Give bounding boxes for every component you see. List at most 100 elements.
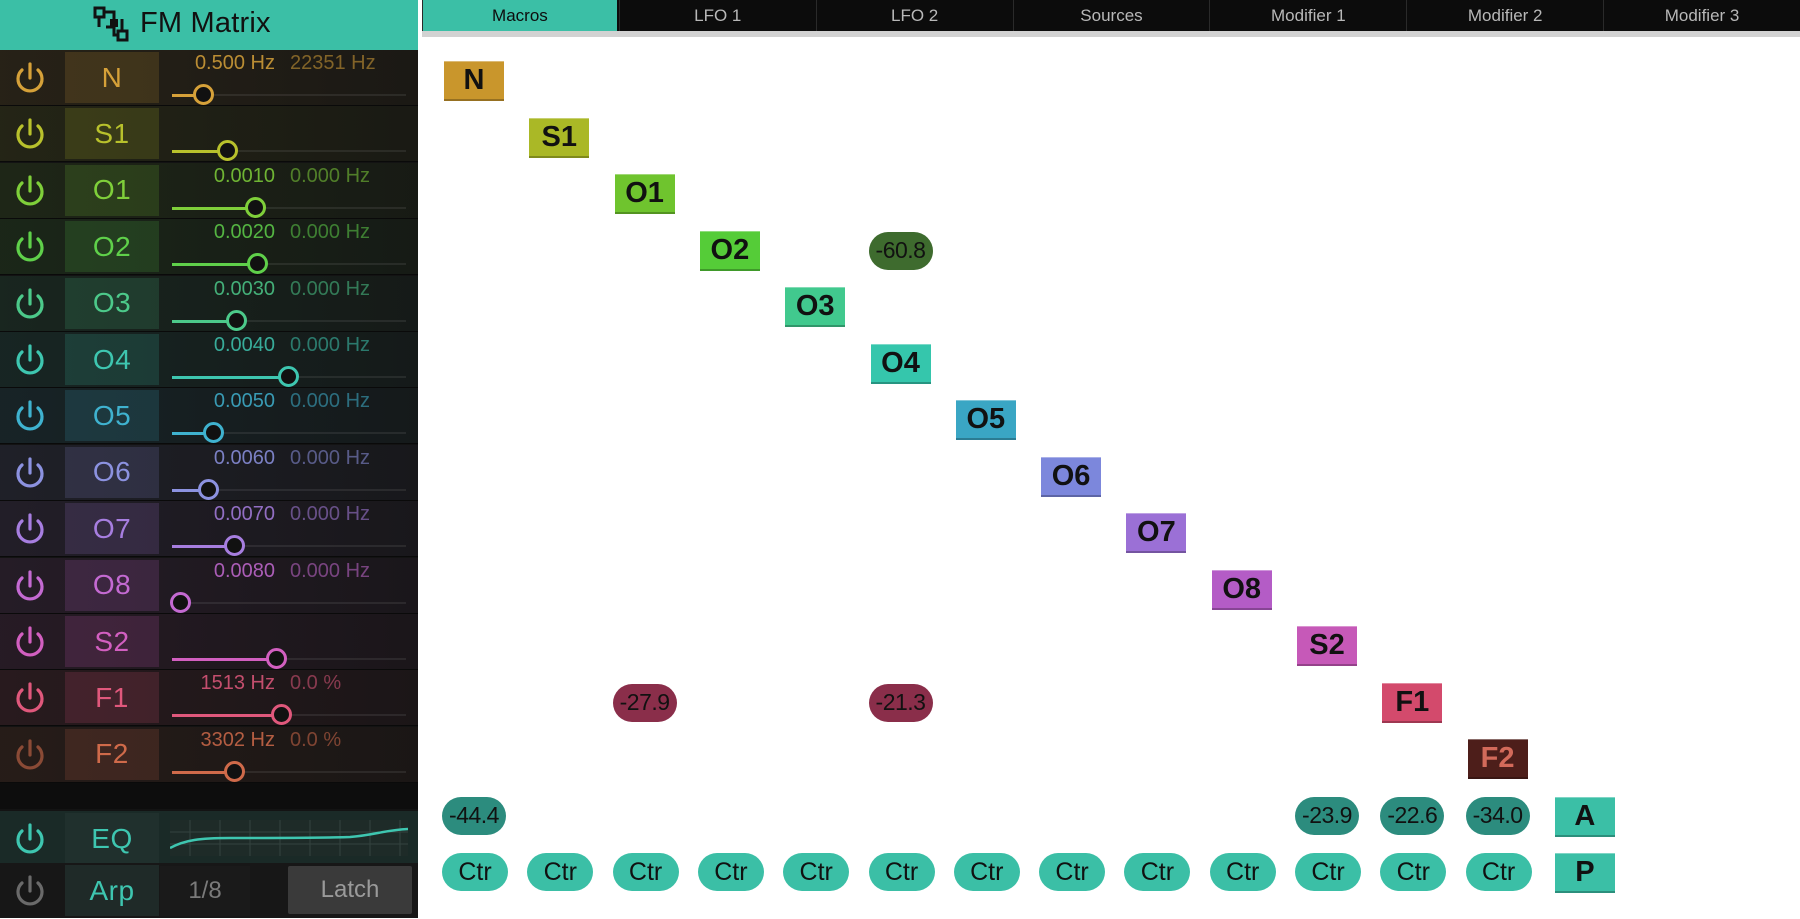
value-primary[interactable]: 3302 Hz xyxy=(170,729,276,752)
source-label[interactable]: O2 xyxy=(65,221,159,273)
value-secondary[interactable]: 0.000 Hz xyxy=(290,278,404,301)
arp-label[interactable]: Arp xyxy=(65,865,159,916)
center-button[interactable]: Ctr xyxy=(1124,853,1191,891)
center-button[interactable]: Ctr xyxy=(1209,853,1276,891)
center-button[interactable]: Ctr xyxy=(697,853,764,891)
value-secondary[interactable]: 0.000 Hz xyxy=(290,503,404,526)
matrix-node-o4[interactable]: O4 xyxy=(870,343,931,384)
value-secondary[interactable]: 0.000 Hz xyxy=(290,560,404,583)
slider-thumb[interactable] xyxy=(223,760,245,782)
output-p-button[interactable]: P xyxy=(1554,853,1615,893)
center-button[interactable]: Ctr xyxy=(527,853,594,891)
matrix-node-f2[interactable]: F2 xyxy=(1467,739,1528,779)
center-button[interactable]: Ctr xyxy=(1380,853,1447,891)
source-label[interactable]: F1 xyxy=(65,672,159,724)
value-primary[interactable]: 1513 Hz xyxy=(170,672,276,695)
slider-thumb[interactable] xyxy=(226,309,248,331)
center-button[interactable]: Ctr xyxy=(1039,853,1106,891)
power-icon[interactable] xyxy=(10,398,50,434)
tab-macros[interactable]: Macros xyxy=(422,0,617,31)
matrix-node-o7[interactable]: O7 xyxy=(1126,513,1187,553)
value-secondary[interactable]: 22351 Hz xyxy=(290,52,404,75)
slider-thumb[interactable] xyxy=(244,196,266,218)
matrix-node-o6[interactable]: O6 xyxy=(1041,456,1102,497)
slider-track[interactable] xyxy=(170,591,406,613)
tab-lfo-2[interactable]: LFO 2 xyxy=(815,0,1013,31)
power-icon[interactable] xyxy=(10,173,50,209)
slider-thumb[interactable] xyxy=(265,648,287,669)
slider-thumb[interactable] xyxy=(198,478,220,500)
source-label[interactable]: O5 xyxy=(65,390,159,442)
mod-amount[interactable]: -27.9 xyxy=(612,683,677,722)
source-label[interactable]: N xyxy=(65,52,159,103)
center-button[interactable]: Ctr xyxy=(783,853,850,891)
mod-amount[interactable]: -60.8 xyxy=(868,231,933,270)
center-button[interactable]: Ctr xyxy=(1295,853,1361,891)
value-primary[interactable]: 0.0070 xyxy=(170,503,275,526)
slider-thumb[interactable] xyxy=(247,253,269,275)
mod-amount[interactable]: -23.9 xyxy=(1295,796,1359,835)
matrix-node-o5[interactable]: O5 xyxy=(955,400,1016,440)
matrix-node-f1[interactable]: F1 xyxy=(1382,682,1443,723)
matrix-node-s1[interactable]: S1 xyxy=(529,117,590,158)
slider-thumb[interactable] xyxy=(216,140,238,162)
source-label[interactable]: O4 xyxy=(65,334,159,385)
value-primary[interactable]: 0.0050 xyxy=(170,390,275,413)
tab-modifier-3[interactable]: Modifier 3 xyxy=(1603,0,1800,31)
slider-track[interactable] xyxy=(172,478,406,500)
matrix-node-s2[interactable]: S2 xyxy=(1297,626,1357,666)
power-icon[interactable] xyxy=(10,455,50,491)
power-icon[interactable] xyxy=(10,60,50,96)
slider-track[interactable] xyxy=(172,253,406,275)
slider-track[interactable] xyxy=(172,704,406,726)
mod-amount[interactable]: -22.6 xyxy=(1380,796,1445,835)
slider-track[interactable] xyxy=(172,196,406,218)
slider-track[interactable] xyxy=(172,535,406,557)
source-label[interactable]: O3 xyxy=(65,277,159,329)
arp-power-icon[interactable] xyxy=(10,873,50,909)
slider-thumb[interactable] xyxy=(223,535,245,557)
source-label[interactable]: O8 xyxy=(65,559,159,611)
matrix-node-o8[interactable]: O8 xyxy=(1211,569,1272,610)
value-secondary[interactable]: 0.000 Hz xyxy=(290,334,404,357)
value-primary[interactable]: 0.0030 xyxy=(170,278,275,301)
source-label[interactable]: O6 xyxy=(65,446,159,498)
tab-modifier-1[interactable]: Modifier 1 xyxy=(1209,0,1406,31)
power-icon[interactable] xyxy=(10,737,50,773)
eq-label[interactable]: EQ xyxy=(65,813,159,864)
value-secondary[interactable]: 0.000 Hz xyxy=(290,221,404,244)
slider-track[interactable] xyxy=(172,648,406,669)
value-secondary[interactable]: 0.0 % xyxy=(290,729,404,752)
mod-amount[interactable]: -44.4 xyxy=(442,796,506,835)
power-icon[interactable] xyxy=(10,680,50,716)
value-secondary[interactable]: 0.000 Hz xyxy=(290,447,404,470)
center-button[interactable]: Ctr xyxy=(1465,853,1532,891)
power-icon[interactable] xyxy=(10,568,50,604)
mod-amount[interactable]: -21.3 xyxy=(868,683,933,722)
slider-thumb[interactable] xyxy=(202,422,224,444)
output-a-button[interactable]: A xyxy=(1554,796,1615,837)
value-primary[interactable]: 0.0080 xyxy=(170,560,275,583)
power-icon[interactable] xyxy=(10,511,50,547)
eq-power-icon[interactable] xyxy=(10,821,50,857)
slider-thumb[interactable] xyxy=(277,366,299,387)
value-secondary[interactable]: 0.000 Hz xyxy=(290,165,404,188)
slider-track[interactable] xyxy=(172,422,406,444)
source-label[interactable]: S2 xyxy=(65,616,159,667)
tab-sources[interactable]: Sources xyxy=(1012,0,1210,31)
matrix-node-o3[interactable]: O3 xyxy=(785,287,846,327)
arp-rate-value[interactable]: 1/8 xyxy=(160,866,250,916)
source-label[interactable]: O1 xyxy=(65,164,159,216)
value-primary[interactable]: 0.0040 xyxy=(170,334,275,357)
value-secondary[interactable]: 0.000 Hz xyxy=(290,390,404,413)
tab-lfo-1[interactable]: LFO 1 xyxy=(618,0,816,31)
center-button[interactable]: Ctr xyxy=(868,853,935,891)
value-secondary[interactable]: 0.0 % xyxy=(290,672,404,695)
value-primary[interactable]: 0.0020 xyxy=(170,221,275,244)
power-icon[interactable] xyxy=(10,342,50,378)
slider-track[interactable] xyxy=(172,366,406,387)
value-primary[interactable]: 0.0010 xyxy=(170,165,275,188)
value-primary[interactable]: 0.0060 xyxy=(170,447,275,470)
matrix-node-n[interactable]: N xyxy=(444,61,504,101)
center-button[interactable]: Ctr xyxy=(953,853,1020,891)
